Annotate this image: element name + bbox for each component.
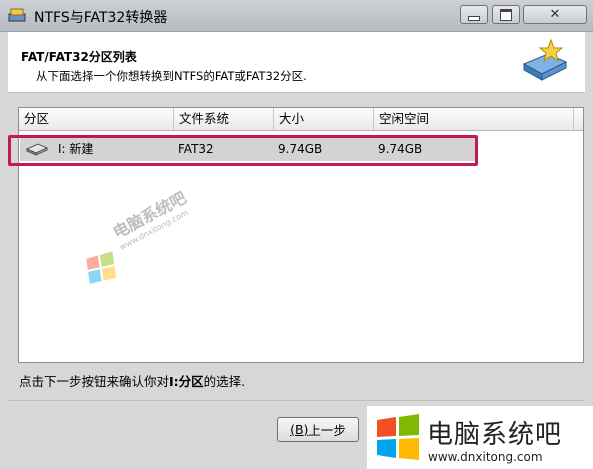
column-header-filesystem[interactable]: 文件系统 xyxy=(174,108,274,130)
prev-label: 上一步 xyxy=(308,423,346,438)
maximize-icon xyxy=(500,8,512,21)
list-header: 分区 文件系统 大小 空闲空间 xyxy=(19,108,583,131)
prev-button[interactable]: (B) 上一步 xyxy=(277,417,359,442)
column-header-size[interactable]: 大小 xyxy=(274,108,374,130)
status-prefix: 点击下一步按钮来确认你对 xyxy=(19,374,170,389)
row-highlight-box xyxy=(8,135,478,166)
maximize-button[interactable] xyxy=(492,5,520,24)
windows-logo-icon xyxy=(377,414,419,460)
column-header-partition[interactable]: 分区 xyxy=(19,108,174,130)
drive-star-icon xyxy=(522,38,568,81)
close-icon: ✕ xyxy=(549,7,561,22)
logo-title: 电脑系统吧 xyxy=(427,420,563,450)
title-bar[interactable]: NTFS与FAT32转换器 ✕ xyxy=(0,0,593,32)
watermark-logo-box: 电脑系统吧 www.dnxitong.com xyxy=(367,406,593,469)
wizard-header: FAT/FAT32分区列表 从下面选择一个你想转换到NTFS的FAT或FAT32… xyxy=(8,32,585,93)
status-partition: I:分区 xyxy=(169,374,204,389)
status-suffix: 的选择. xyxy=(203,374,246,389)
minimize-button[interactable] xyxy=(460,5,488,24)
minimize-icon xyxy=(468,16,480,21)
close-button[interactable]: ✕ xyxy=(523,5,587,24)
header-title: FAT/FAT32分区列表 xyxy=(21,50,137,64)
logo-url: www.dnxitong.com xyxy=(428,450,543,464)
status-message: 点击下一步按钮来确认你对I:分区的选择. xyxy=(19,371,245,390)
column-header-free[interactable]: 空闲空间 xyxy=(374,108,574,130)
prev-mnemonic: (B) xyxy=(290,422,309,437)
header-subtitle: 从下面选择一个你想转换到NTFS的FAT或FAT32分区. xyxy=(36,69,307,83)
converter-window: NTFS与FAT32转换器 ✕ FAT/FAT32分区列表 从下面选择一个你想转… xyxy=(0,0,593,469)
window-title: NTFS与FAT32转换器 xyxy=(34,10,168,26)
app-icon xyxy=(8,8,26,22)
